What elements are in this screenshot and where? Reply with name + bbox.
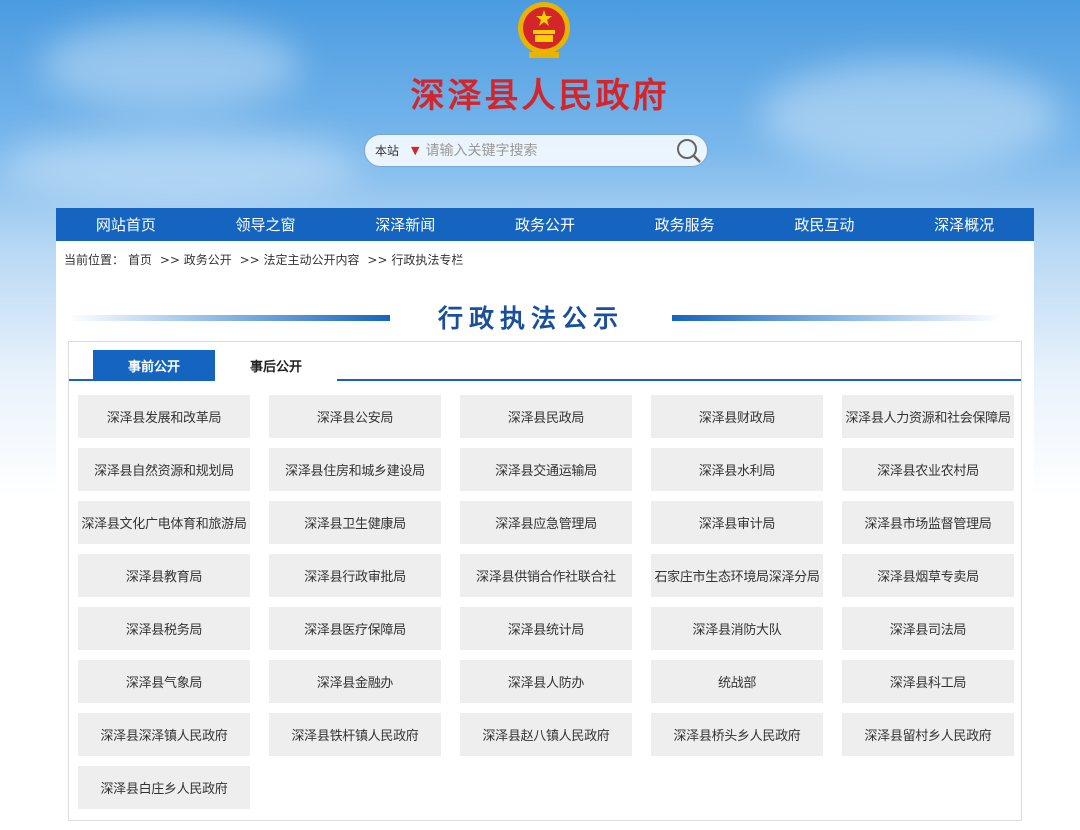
- unit-button[interactable]: 深泽县科工局: [842, 660, 1014, 703]
- unit-button[interactable]: 深泽县文化广电体育和旅游局: [78, 501, 250, 544]
- section-header: 行政执法公示: [56, 297, 1034, 337]
- nav-item-overview[interactable]: 深泽概况: [930, 214, 998, 235]
- nav-item-home[interactable]: 网站首页: [92, 214, 160, 235]
- main-nav: 网站首页 领导之窗 深泽新闻 政务公开 政务服务 政民互动 深泽概况: [56, 208, 1034, 241]
- breadcrumb-link-enforcement[interactable]: >> 行政执法专栏: [367, 253, 463, 267]
- unit-button[interactable]: 深泽县桥头乡人民政府: [651, 713, 823, 756]
- unit-button[interactable]: 深泽县应急管理局: [460, 501, 632, 544]
- unit-button[interactable]: 深泽县市场监督管理局: [842, 501, 1014, 544]
- triangle-down-icon[interactable]: ▼: [411, 144, 419, 157]
- unit-button[interactable]: 深泽县税务局: [78, 607, 250, 650]
- unit-button[interactable]: 深泽县住房和城乡建设局: [269, 448, 441, 491]
- unit-button[interactable]: 深泽县烟草专卖局: [842, 554, 1014, 597]
- unit-grid: 深泽县发展和改革局 深泽县公安局 深泽县民政局 深泽县财政局 深泽县人力资源和社会保障局…: [78, 395, 1018, 809]
- search-icon[interactable]: [675, 137, 703, 165]
- breadcrumb-prefix: 当前位置：: [64, 253, 125, 267]
- unit-button[interactable]: 深泽县消防大队: [651, 607, 823, 650]
- search-input[interactable]: [425, 142, 671, 159]
- unit-button[interactable]: 深泽县铁杆镇人民政府: [269, 713, 441, 756]
- unit-button[interactable]: 深泽县卫生健康局: [269, 501, 441, 544]
- unit-button[interactable]: 深泽县医疗保障局: [269, 607, 441, 650]
- unit-button[interactable]: 深泽县金融办: [269, 660, 441, 703]
- unit-button[interactable]: 深泽县人防办: [460, 660, 632, 703]
- unit-button[interactable]: 深泽县赵八镇人民政府: [460, 713, 632, 756]
- unit-button[interactable]: 深泽县交通运输局: [460, 448, 632, 491]
- breadcrumb-link-statutory[interactable]: >> 法定主动公开内容: [240, 253, 360, 267]
- unit-button[interactable]: 深泽县发展和改革局: [78, 395, 250, 438]
- unit-button[interactable]: 深泽县统计局: [460, 607, 632, 650]
- site-title: 深泽县人民政府: [410, 76, 670, 116]
- enforcement-panel: 事前公开 事后公开 深泽县发展和改革局 深泽县公安局 深泽县民政局 深泽县财政局 深泽县…: [68, 341, 1022, 821]
- tab-bar: 事前公开 事后公开: [69, 350, 1021, 381]
- unit-button[interactable]: 深泽县供销合作社联合社: [460, 554, 632, 597]
- unit-button[interactable]: 深泽县司法局: [842, 607, 1014, 650]
- breadcrumb: 当前位置： 首页 >> 政务公开 >> 法定主动公开内容 >> 行政执法专栏: [64, 251, 467, 268]
- unit-button[interactable]: 统战部: [651, 660, 823, 703]
- unit-button[interactable]: 深泽县审计局: [651, 501, 823, 544]
- nav-item-news[interactable]: 深泽新闻: [371, 214, 439, 235]
- unit-button[interactable]: 深泽县水利局: [651, 448, 823, 491]
- unit-button[interactable]: 深泽县财政局: [651, 395, 823, 438]
- search-bar: 本站 ▼: [364, 134, 708, 167]
- unit-button[interactable]: 深泽县留村乡人民政府: [842, 713, 1014, 756]
- unit-button[interactable]: 石家庄市生态环境局深泽分局: [651, 554, 823, 597]
- national-emblem-icon: [518, 2, 570, 58]
- unit-button[interactable]: 深泽县行政审批局: [269, 554, 441, 597]
- breadcrumb-link-home[interactable]: 首页: [128, 253, 152, 267]
- section-title: 行政执法公示: [437, 304, 624, 333]
- title-divider-right: [672, 315, 1002, 321]
- unit-button[interactable]: 深泽县民政局: [460, 395, 632, 438]
- nav-item-leaders[interactable]: 领导之窗: [232, 214, 300, 235]
- nav-item-gov-services[interactable]: 政务服务: [651, 214, 719, 235]
- unit-button[interactable]: 深泽县气象局: [78, 660, 250, 703]
- unit-button[interactable]: 深泽县深泽镇人民政府: [78, 713, 250, 756]
- unit-button[interactable]: 深泽县教育局: [78, 554, 250, 597]
- unit-button[interactable]: 深泽县自然资源和规划局: [78, 448, 250, 491]
- tab-post-disclosure[interactable]: 事后公开: [215, 350, 337, 381]
- unit-button[interactable]: 深泽县白庄乡人民政府: [78, 766, 250, 809]
- breadcrumb-link-gov-affairs[interactable]: >> 政务公开: [160, 253, 232, 267]
- unit-button[interactable]: 深泽县公安局: [269, 395, 441, 438]
- main-content: 当前位置： 首页 >> 政务公开 >> 法定主动公开内容 >> 行政执法专栏 行政…: [56, 241, 1034, 830]
- title-divider-left: [68, 315, 390, 321]
- unit-button[interactable]: 深泽县农业农村局: [842, 448, 1014, 491]
- unit-button[interactable]: 深泽县人力资源和社会保障局: [842, 395, 1014, 438]
- site-header: 深泽县人民政府 本站 ▼: [0, 0, 1080, 208]
- nav-item-gov-affairs[interactable]: 政务公开: [511, 214, 579, 235]
- nav-item-interaction[interactable]: 政民互动: [790, 214, 858, 235]
- tab-prior-disclosure[interactable]: 事前公开: [93, 350, 215, 381]
- search-scope-select[interactable]: 本站: [375, 142, 399, 159]
